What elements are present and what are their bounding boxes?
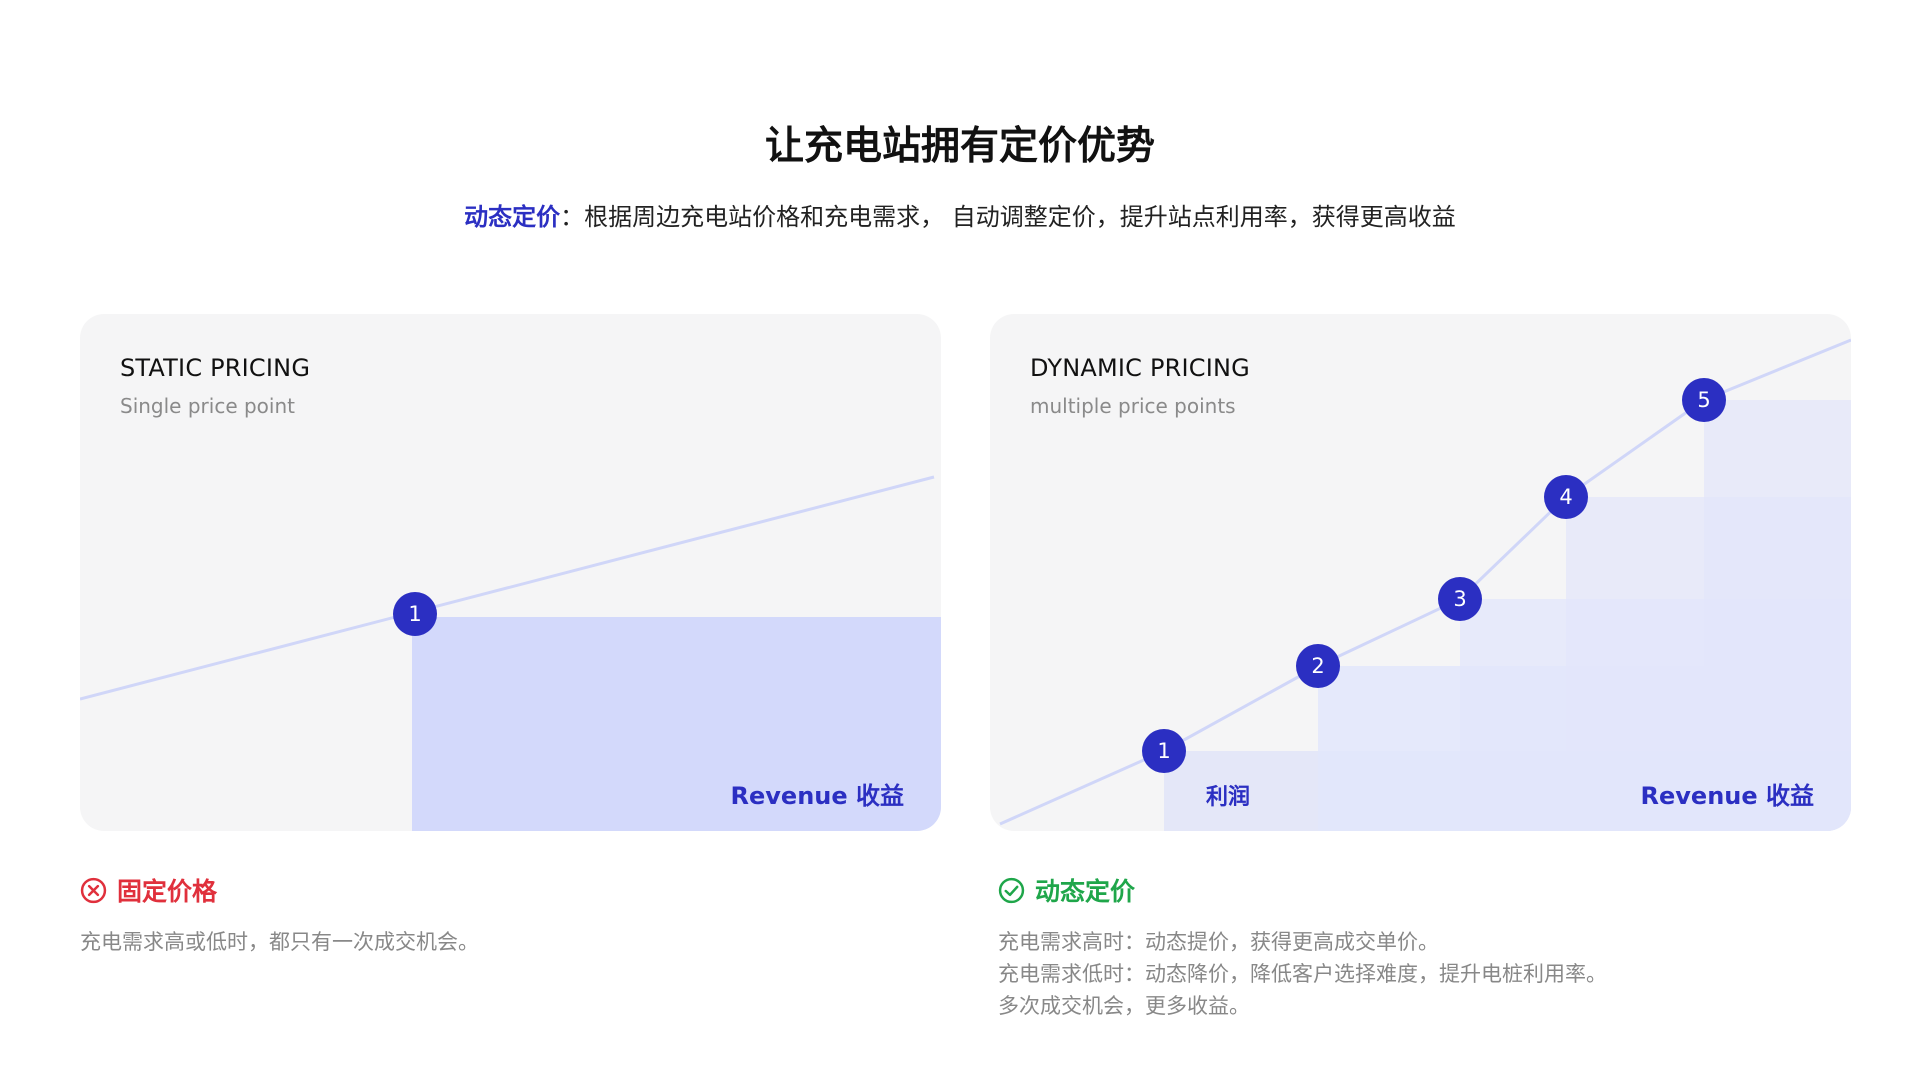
dynamic-note-line-3: 多次成交机会，更多收益。 — [998, 994, 1250, 1018]
dynamic-revenue-label: Revenue 收益 — [1640, 782, 1814, 810]
dynamic-pricing-diagram: 1 2 3 4 5 — [999, 338, 1851, 831]
page-subtitle: 动态定价：根据周边充电站价格和充电需求， 自动调整定价，提升站点利用率，获得更高… — [0, 197, 1920, 232]
check-circle-icon — [998, 877, 1025, 903]
dynamic-revenue-steps — [1164, 400, 1851, 831]
static-price-point-1: 1 — [393, 592, 437, 636]
static-revenue-label: Revenue 收益 — [730, 782, 904, 810]
dynamic-note-line-1: 充电需求高时：动态提价，获得更高成交单价。 — [998, 930, 1439, 954]
static-note-heading-text: 固定价格 — [117, 877, 218, 906]
dynamic-price-point-2: 2 — [1296, 644, 1340, 688]
dynamic-price-point-3-label: 3 — [1453, 587, 1466, 611]
static-card-title: STATIC PRICING — [120, 354, 311, 382]
dynamic-price-point-4: 4 — [1544, 475, 1588, 519]
dynamic-price-point-5: 5 — [1682, 378, 1726, 422]
dynamic-price-point-4-label: 4 — [1559, 485, 1572, 509]
dynamic-card-title: DYNAMIC PRICING — [1030, 354, 1250, 382]
dynamic-price-point-1-label: 1 — [1157, 739, 1170, 763]
subtitle-text: ：根据周边充电站价格和充电需求， 自动调整定价，提升站点利用率，获得更高收益 — [560, 203, 1456, 231]
revenue-step-5 — [1704, 400, 1851, 831]
page-title: 让充电站拥有定价优势 — [764, 124, 1155, 169]
dynamic-note-heading-text: 动态定价 — [1035, 877, 1136, 906]
static-note-line-1: 充电需求高或低时，都只有一次成交机会。 — [80, 930, 479, 954]
static-pricing-note: 固定价格 充电需求高或低时，都只有一次成交机会。 — [80, 872, 479, 958]
static-card-subtitle: Single price point — [120, 394, 295, 418]
dynamic-price-point-5-label: 5 — [1697, 388, 1710, 412]
static-pricing-diagram: 1 — [80, 475, 941, 831]
dynamic-price-point-2-label: 2 — [1311, 654, 1324, 678]
dynamic-card-subtitle: multiple price points — [1030, 394, 1236, 418]
subtitle-highlight: 动态定价 — [464, 203, 561, 231]
dynamic-price-point-3: 3 — [1438, 577, 1482, 621]
x-circle-icon — [80, 877, 107, 903]
static-note-heading: 固定价格 — [80, 872, 479, 908]
static-price-point-1-label: 1 — [408, 602, 421, 626]
dynamic-pricing-note: 动态定价 充电需求高时：动态提价，获得更高成交单价。 充电需求低时：动态降价，降… — [998, 872, 1607, 1022]
dynamic-pricing-card: 1 2 3 4 5 DYNAMIC PRICING multiple price… — [990, 314, 1851, 831]
dynamic-note-line-2: 充电需求低时：动态降价，降低客户选择难度，提升电桩利用率。 — [998, 962, 1607, 986]
dynamic-price-point-1: 1 — [1142, 729, 1186, 773]
profit-label: 利润 — [1206, 785, 1251, 810]
dynamic-note-heading: 动态定价 — [998, 872, 1607, 908]
static-pricing-card: 1 STATIC PRICING Single price point Reve… — [80, 314, 941, 831]
